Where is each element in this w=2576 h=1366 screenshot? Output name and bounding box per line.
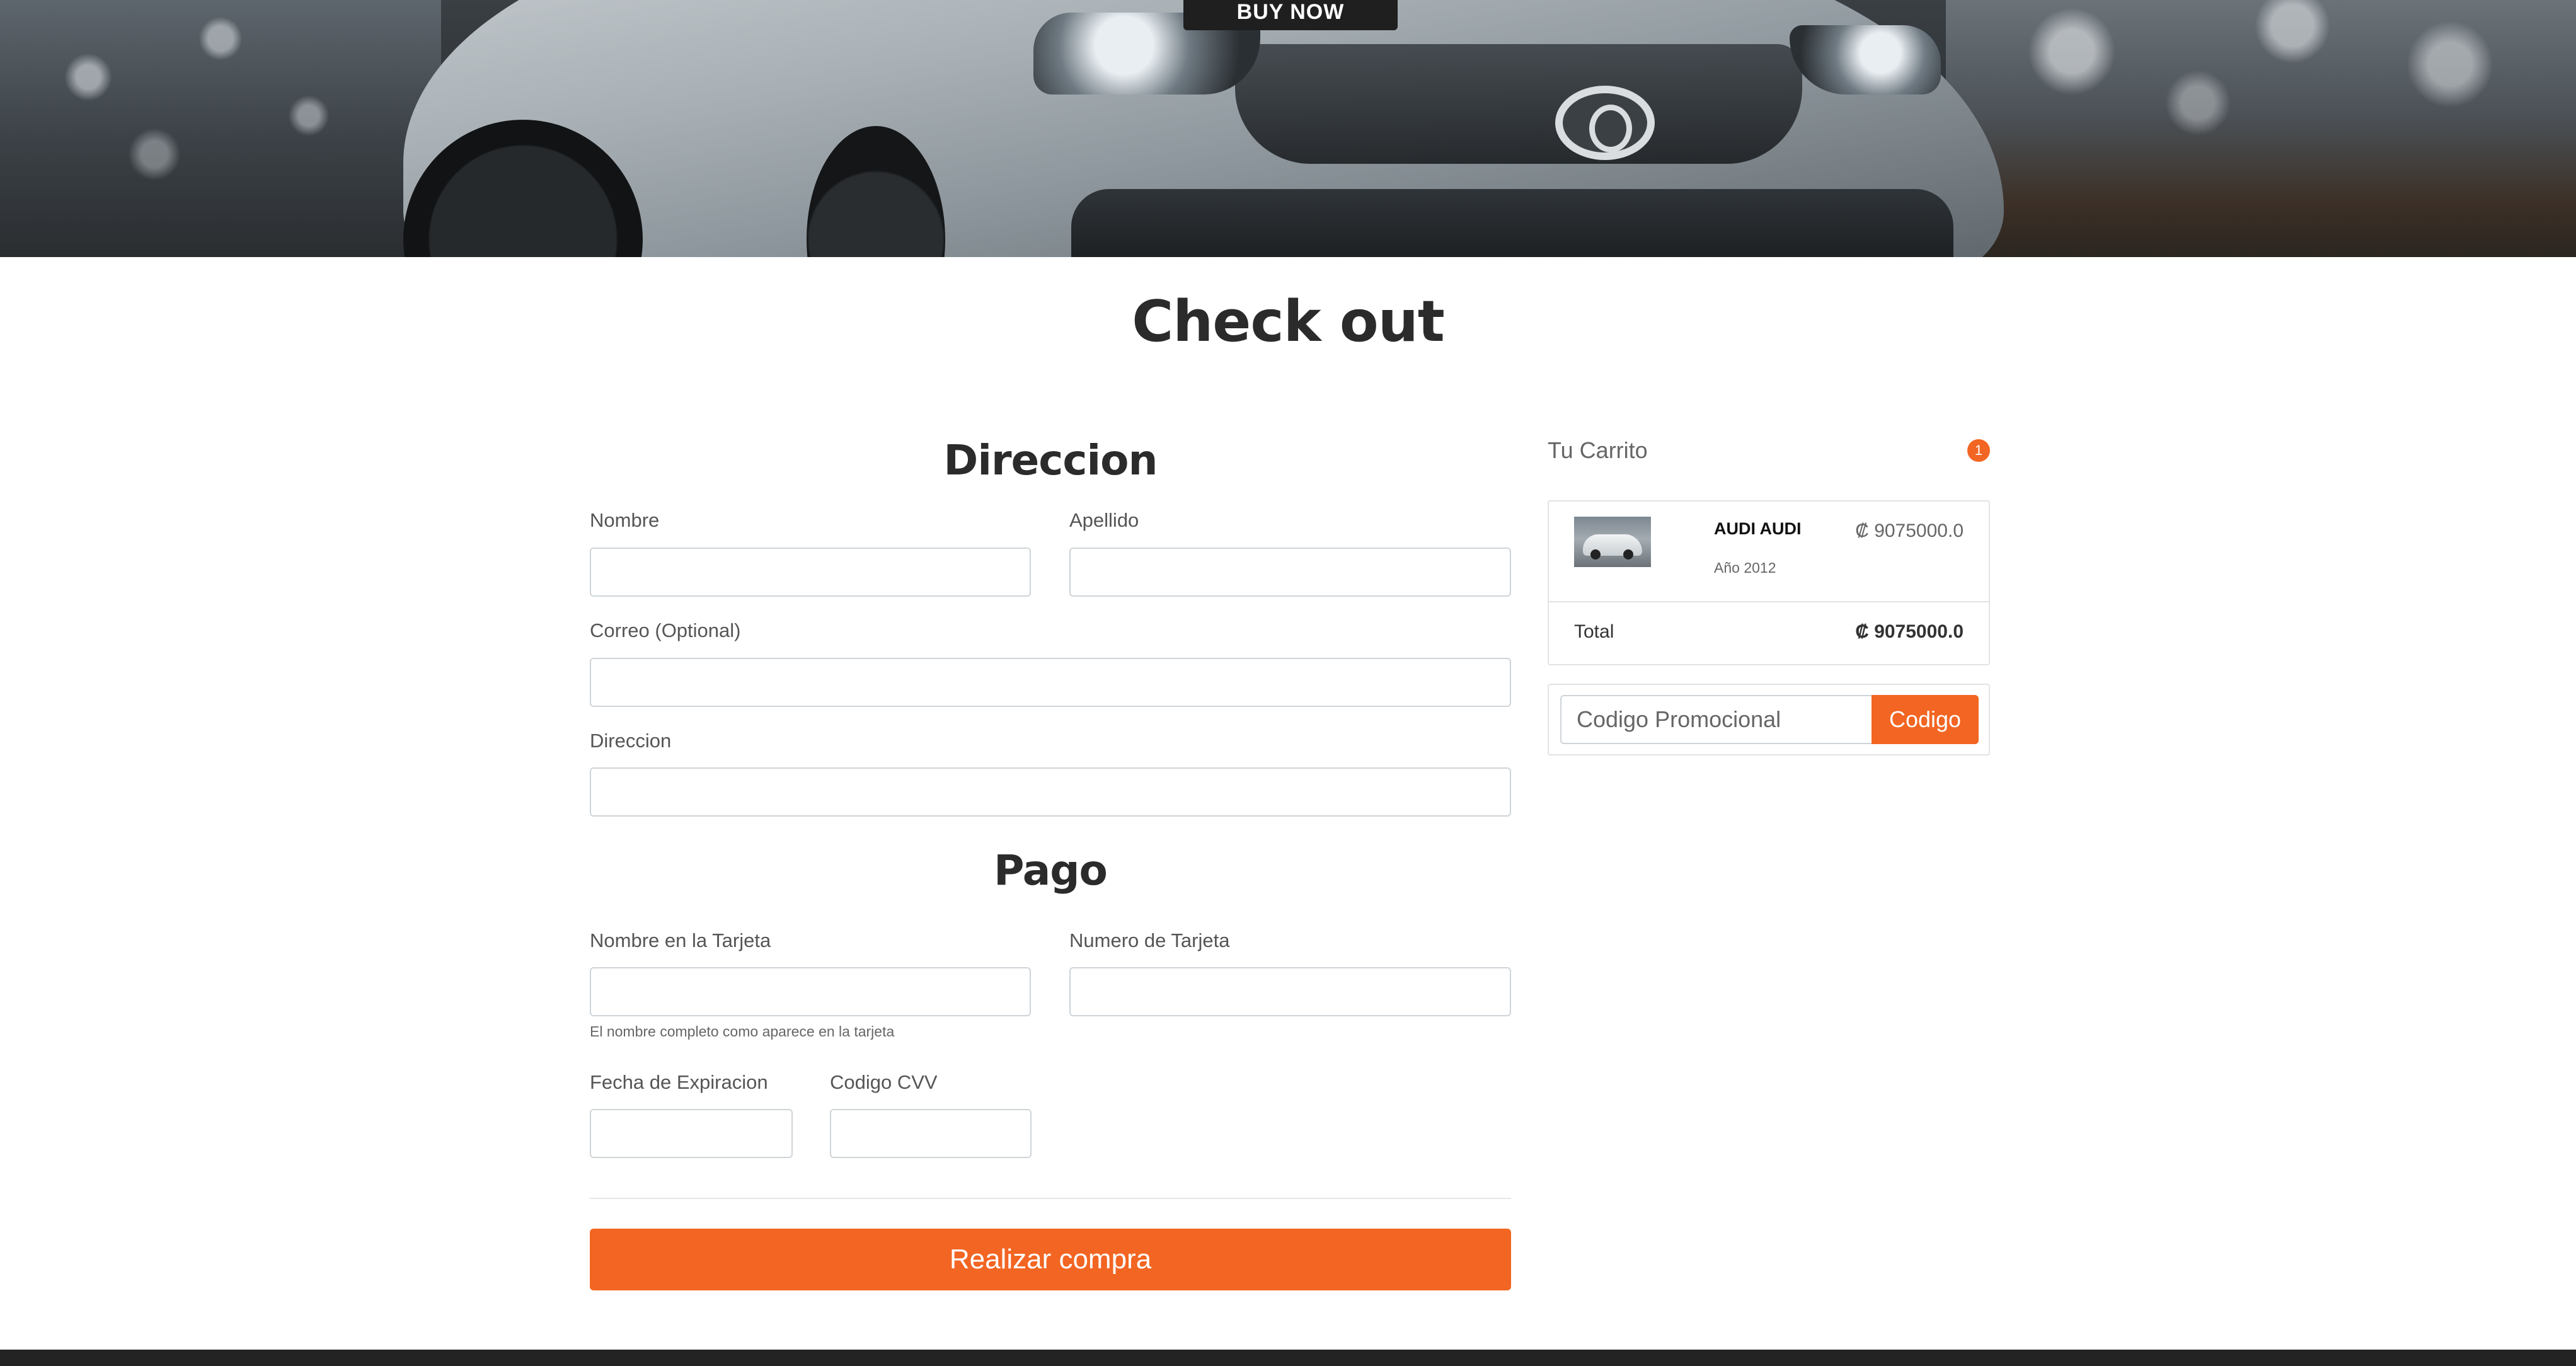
cart-summary: AUDI AUDI Año 2012 ₡ 9075000.0 Total ₡ 9… bbox=[1548, 500, 1990, 665]
cart-total-label: Total bbox=[1574, 621, 1614, 642]
thumbnail-wheel-front bbox=[1590, 549, 1601, 560]
cart-divider bbox=[1549, 601, 1989, 602]
card-name-hint: El nombre completo como aparece en la ta… bbox=[590, 1023, 895, 1040]
cvv-label: Codigo CVV bbox=[830, 1071, 938, 1093]
toyota-logo-icon bbox=[1555, 86, 1655, 160]
address-section-title: Direccion bbox=[943, 436, 1158, 485]
hero-car-bumper bbox=[1071, 189, 1953, 257]
expiration-input[interactable] bbox=[590, 1109, 793, 1158]
hero-car-grille bbox=[1235, 44, 1802, 164]
promo-code-input[interactable] bbox=[1560, 695, 1873, 744]
thumbnail-wheel-rear bbox=[1623, 549, 1633, 560]
cvv-input[interactable] bbox=[830, 1109, 1032, 1158]
card-number-input[interactable] bbox=[1069, 967, 1511, 1016]
promo-code-form: Codigo bbox=[1548, 684, 1990, 755]
buy-now-button[interactable]: BUY NOW bbox=[1183, 0, 1398, 30]
cart-item-name: AUDI AUDI bbox=[1714, 519, 1802, 538]
card-number-label: Numero de Tarjeta bbox=[1069, 929, 1230, 951]
cart-count-badge: 1 bbox=[1967, 439, 1990, 462]
footer bbox=[0, 1350, 2576, 1366]
form-divider bbox=[590, 1198, 1511, 1199]
hero-mountains-right bbox=[1946, 0, 2576, 257]
cart-item-thumbnail bbox=[1574, 517, 1651, 567]
cart-item-price: ₡ 9075000.0 bbox=[1855, 520, 1964, 541]
place-order-button[interactable]: Realizar compra bbox=[590, 1229, 1511, 1290]
card-name-input[interactable] bbox=[590, 967, 1031, 1016]
hero-banner: BUY NOW bbox=[0, 0, 2576, 257]
payment-section-title: Pago bbox=[994, 846, 1108, 895]
address-input[interactable] bbox=[590, 767, 1511, 817]
cart-total-value: ₡ 9075000.0 bbox=[1855, 621, 1964, 642]
card-name-label: Nombre en la Tarjeta bbox=[590, 929, 771, 951]
first-name-label: Nombre bbox=[590, 509, 660, 531]
hero-mountains-left bbox=[0, 0, 441, 257]
email-label: Correo (Optional) bbox=[590, 619, 741, 641]
address-label: Direccion bbox=[590, 730, 672, 752]
last-name-label: Apellido bbox=[1069, 509, 1139, 531]
cart-heading: Tu Carrito bbox=[1548, 437, 1648, 463]
expiration-label: Fecha de Expiracion bbox=[590, 1071, 768, 1093]
email-input[interactable] bbox=[590, 658, 1511, 707]
first-name-input[interactable] bbox=[590, 548, 1031, 597]
promo-code-button[interactable]: Codigo bbox=[1872, 695, 1979, 744]
page-title: Check out bbox=[1132, 289, 1445, 355]
cart-item-year: Año 2012 bbox=[1714, 560, 1776, 576]
last-name-input[interactable] bbox=[1069, 548, 1511, 597]
